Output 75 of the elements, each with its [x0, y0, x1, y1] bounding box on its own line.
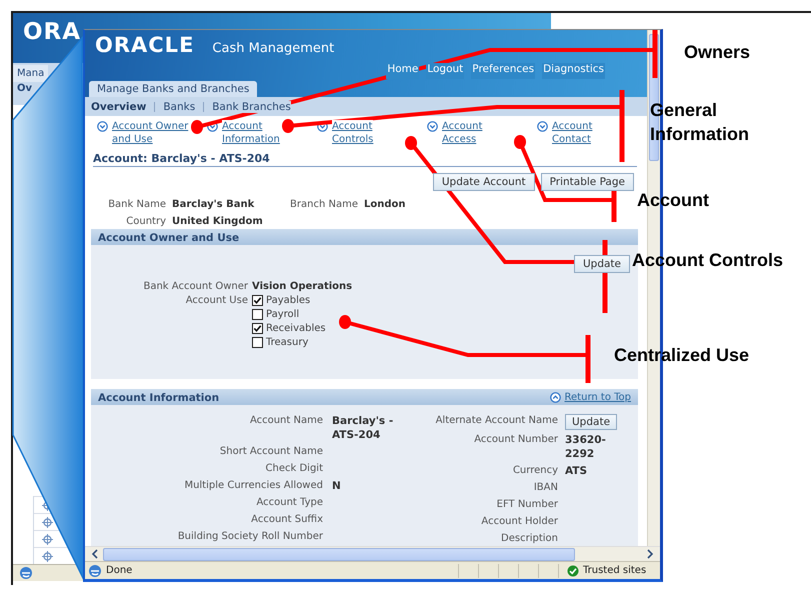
- field-label: Check Digit: [264, 462, 323, 476]
- checkbox-label: Payroll: [266, 309, 300, 320]
- tab[interactable]: Mana: [13, 65, 48, 82]
- section-link[interactable]: Account Controls: [332, 120, 374, 146]
- app-title: Cash Management: [212, 41, 334, 56]
- field-label: Multiple Currencies Allowed: [183, 479, 323, 493]
- crosshair-icon: [42, 516, 53, 528]
- section-title: Account Information: [98, 392, 220, 404]
- field-label: Account Type: [255, 496, 323, 510]
- checkbox-label: Payables: [266, 295, 310, 306]
- check-circle-icon: [567, 564, 579, 576]
- field-label: Currency: [512, 464, 558, 478]
- field-value: 33620-2292: [565, 433, 607, 461]
- field-label: Account Number: [473, 433, 558, 447]
- crosshair-icon: [42, 534, 53, 544]
- field-label: IBAN: [532, 481, 558, 495]
- global-link[interactable]: Home: [386, 63, 420, 79]
- field-label: Account Suffix: [250, 513, 323, 527]
- subtab[interactable]: Banks: [163, 100, 196, 112]
- checkbox-label: Treasury: [266, 337, 308, 348]
- field-label: Country: [125, 216, 166, 228]
- oracle-logo: ORACLE: [95, 33, 194, 57]
- subtab[interactable]: Ov: [15, 82, 34, 95]
- update-button[interactable]: Update: [565, 414, 618, 430]
- checkbox[interactable]: [252, 309, 263, 320]
- field-label: Building Society Roll Number: [176, 530, 323, 544]
- checkbox[interactable]: [252, 323, 263, 334]
- browser-icon: [88, 564, 102, 578]
- section-link[interactable]: Account Information: [222, 120, 280, 146]
- chevron-down-circle-icon: [97, 121, 108, 132]
- chevron-up-circle-icon: [550, 392, 561, 403]
- tab[interactable]: Manage Banks and Branches: [89, 81, 258, 97]
- subtab[interactable]: Overview: [91, 100, 146, 112]
- browser-icon: [19, 566, 33, 580]
- field-value: N: [332, 479, 342, 493]
- checkbox-label: Receivables: [266, 323, 326, 334]
- field-label: Short Account Name: [218, 445, 323, 459]
- field-label: Alternate Account Name: [434, 414, 558, 428]
- field-value: Vision Operations: [252, 281, 354, 292]
- checkbox[interactable]: [252, 295, 263, 306]
- field-label: EFT Number: [496, 498, 558, 512]
- global-link[interactable]: Diagnostics: [542, 63, 605, 79]
- update-button[interactable]: Update: [574, 255, 630, 273]
- field-label: Bank Name: [107, 199, 166, 212]
- field-value: Barclay's - ATS-204: [332, 414, 394, 442]
- chevron-down-circle-icon: [207, 121, 218, 132]
- field-value: ATS: [565, 464, 588, 478]
- status-text: Done: [106, 565, 132, 576]
- chevron-down-circle-icon: [537, 121, 548, 132]
- page-title: Account: Barclay's - ATS-204: [93, 152, 637, 167]
- action-button[interactable]: Printable Page: [540, 173, 634, 191]
- section-link[interactable]: Account Access: [442, 120, 482, 146]
- return-to-top-link[interactable]: Return to Top: [564, 391, 631, 404]
- global-link[interactable]: Preferences: [471, 63, 536, 79]
- field-label: Account Name: [248, 414, 323, 428]
- section-header: Account Owner and Use: [91, 229, 638, 245]
- global-link[interactable]: Logout: [426, 63, 464, 79]
- security-zone: Trusted sites: [583, 565, 646, 576]
- field-label: Bank Account Owner: [142, 281, 248, 292]
- field-label: Description: [500, 532, 558, 546]
- checkbox[interactable]: [252, 337, 263, 348]
- section-link[interactable]: Account Contact: [552, 120, 592, 146]
- crosshair-icon: [42, 550, 53, 562]
- subtab[interactable]: Bank Branches: [212, 100, 291, 112]
- field-label: Account Holder: [480, 515, 558, 529]
- field-label: Branch Name: [289, 199, 358, 212]
- field-label: Account Use: [184, 295, 248, 308]
- callout-label: Owners: [684, 41, 750, 64]
- action-button[interactable]: Update Account: [432, 173, 535, 191]
- field-value: Barclay's Bank: [172, 199, 256, 212]
- chevron-down-circle-icon: [427, 121, 438, 132]
- field-value: United Kingdom: [172, 216, 264, 228]
- oracle-logo: ORA: [23, 19, 82, 45]
- section-link[interactable]: Account Owner and Use: [112, 120, 188, 146]
- horizontal-scrollbar[interactable]: [85, 546, 660, 561]
